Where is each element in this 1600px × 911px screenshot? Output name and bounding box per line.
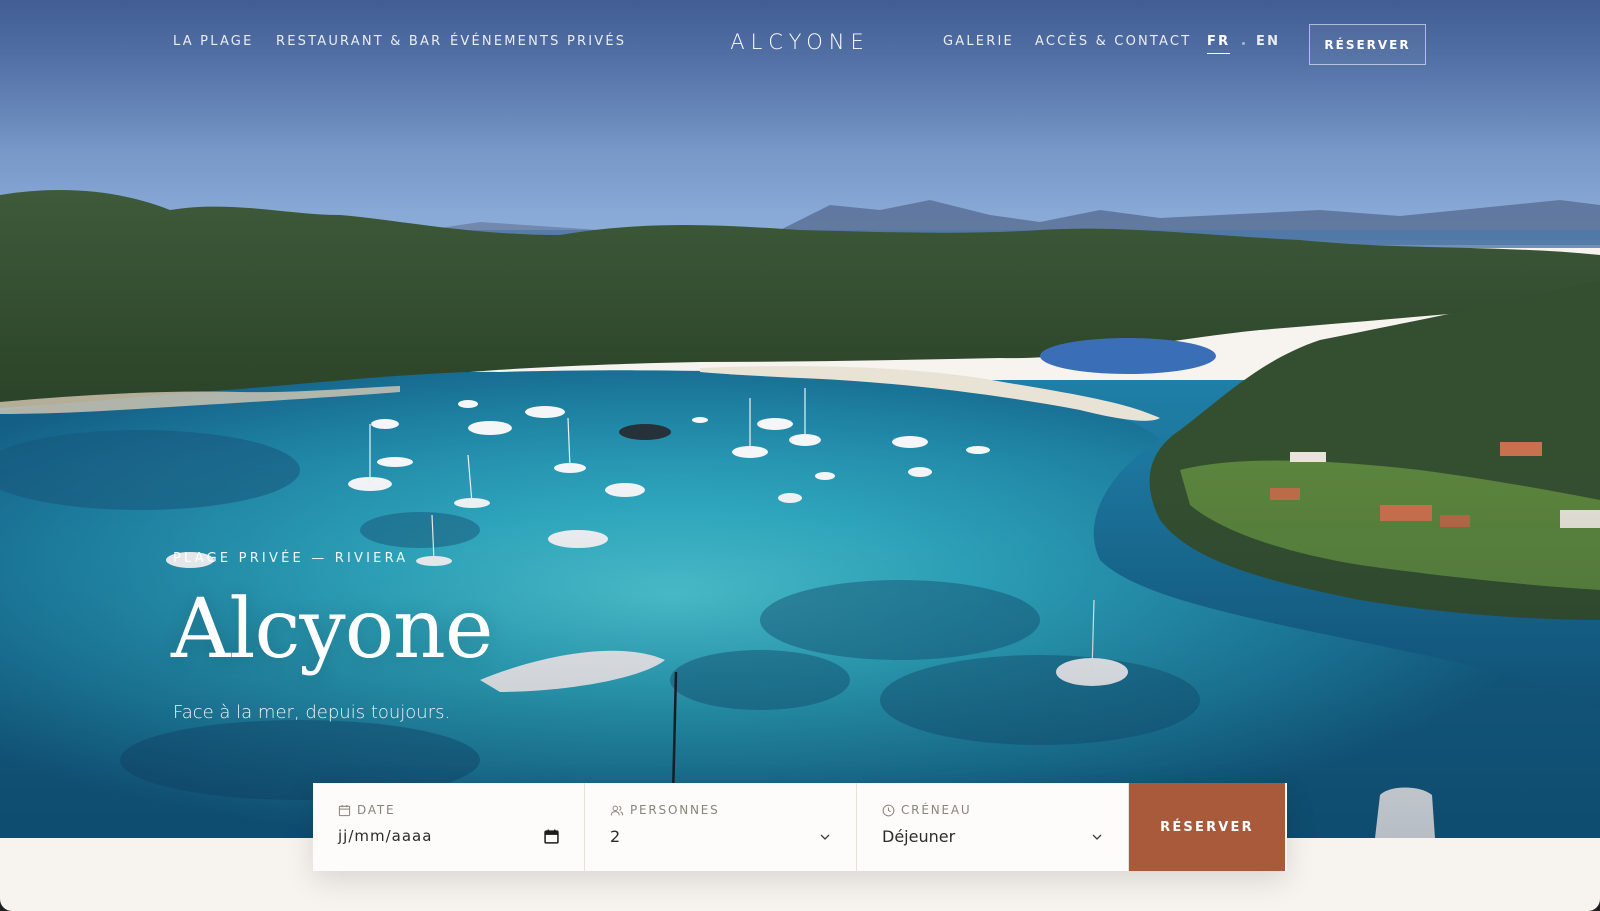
slot-label: CRÉNEAU — [901, 803, 972, 817]
booking-bar: DATE jj/mm/aaaa PERSONNES 2 CRÉNEAU Déje… — [313, 783, 1287, 871]
nav-link-acces-contact[interactable]: ACCÈS & CONTACT — [1035, 34, 1191, 49]
guests-label-row: PERSONNES — [610, 803, 831, 817]
guests-label: PERSONNES — [630, 803, 720, 817]
slot-value: Déjeuner — [882, 827, 956, 846]
hero-eyebrow: PLAGE PRIVÉE — RIVIERA — [173, 551, 409, 566]
slot-field[interactable]: CRÉNEAU Déjeuner — [857, 783, 1129, 871]
language-fr[interactable]: FR — [1207, 34, 1231, 54]
chevron-down-icon — [820, 834, 830, 840]
guests-field[interactable]: PERSONNES 2 — [585, 783, 857, 871]
calendar-picker-icon[interactable] — [544, 829, 559, 844]
page: LA PLAGE RESTAURANT & BAR ÉVÉNEMENTS PRI… — [0, 0, 1600, 911]
calendar-icon — [338, 804, 351, 816]
date-label: DATE — [357, 803, 396, 817]
people-icon — [610, 805, 624, 815]
language-separator — [1242, 42, 1245, 45]
guests-value: 2 — [610, 827, 621, 846]
hero-tagline: Face à la mer, depuis toujours. — [173, 702, 451, 723]
chevron-down-icon — [1092, 834, 1102, 840]
hero-title: Alcyone — [171, 582, 493, 677]
booking-submit-button[interactable]: RÉSERVER — [1129, 783, 1285, 871]
nav-link-evenements-prives[interactable]: ÉVÉNEMENTS PRIVÉS — [450, 34, 626, 49]
header-reserve-button[interactable]: RÉSERVER — [1309, 24, 1426, 65]
brand-logo[interactable]: ALCYONE — [730, 30, 870, 54]
date-field[interactable]: DATE jj/mm/aaaa — [313, 783, 585, 871]
guests-select[interactable]: 2 — [610, 827, 831, 846]
slot-select[interactable]: Déjeuner — [882, 827, 1103, 846]
top-navigation: LA PLAGE RESTAURANT & BAR ÉVÉNEMENTS PRI… — [0, 0, 1600, 90]
nav-link-restaurant-bar[interactable]: RESTAURANT & BAR — [276, 34, 442, 49]
clock-icon — [882, 804, 895, 816]
slot-label-row: CRÉNEAU — [882, 803, 1103, 817]
date-label-row: DATE — [338, 803, 559, 817]
language-en[interactable]: EN — [1256, 34, 1280, 49]
nav-link-galerie[interactable]: GALERIE — [943, 34, 1014, 49]
date-input[interactable]: jj/mm/aaaa — [338, 827, 559, 845]
date-placeholder: jj/mm/aaaa — [338, 827, 433, 845]
nav-link-la-plage[interactable]: LA PLAGE — [173, 34, 254, 49]
